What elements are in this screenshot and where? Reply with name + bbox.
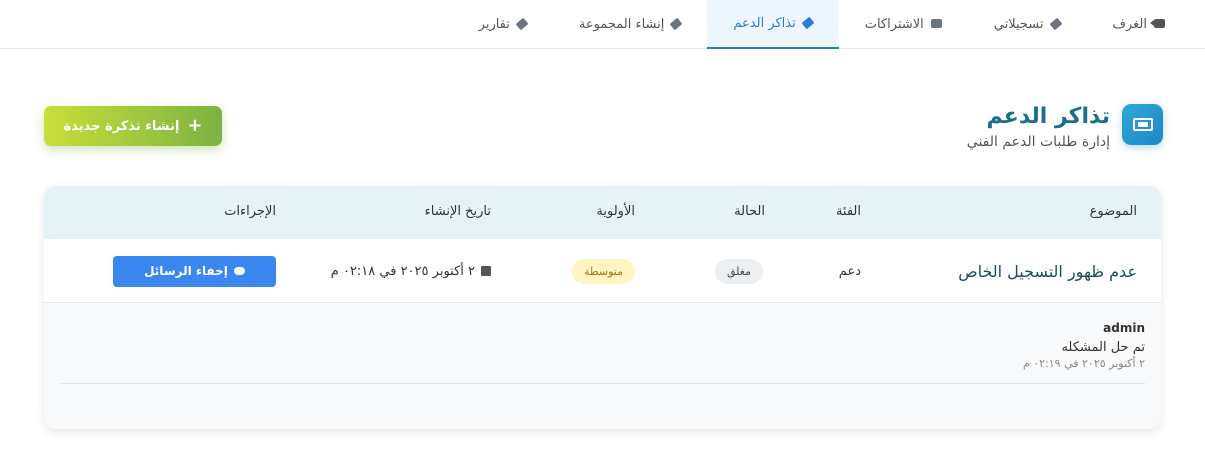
tv-icon: [930, 17, 942, 32]
ticket-created-date: ٢ أكتوبر ٢٠٢٥ في ٠٢:١٨ م: [330, 263, 475, 279]
column-header-created: تاريخ الإنشاء: [424, 204, 491, 219]
page-title: تذاكر الدعم: [986, 104, 1110, 129]
ticket-icon: [1122, 104, 1163, 145]
tab-label: تسجيلاتي: [993, 16, 1044, 32]
tickets-table: الموضوع الفئة الحالة الأولوية تاريخ الإن…: [44, 186, 1161, 429]
priority-badge: متوسطة: [571, 258, 635, 284]
status-badge: مغلق: [714, 258, 763, 284]
tab-support-tickets[interactable]: تذاكر الدعم: [707, 0, 839, 49]
hide-messages-button[interactable]: إخفاء الرسائل: [113, 255, 276, 287]
calendar-icon: [481, 266, 491, 276]
tab-label: إنشاء المجموعة: [578, 16, 665, 32]
tab-label: الاشتراكات: [864, 16, 924, 32]
message-date: ٢ أكتوبر ٢٠٢٥ في ٠٢:١٩ م: [1022, 357, 1145, 370]
comments-icon: [233, 267, 245, 275]
tab-subscriptions[interactable]: الاشتراكات: [839, 0, 968, 48]
message-text: تم حل المشكله: [1061, 340, 1145, 355]
create-ticket-label: إنشاء تذكرة جديدة: [63, 118, 180, 134]
tag-icon: [669, 17, 683, 32]
column-header-subject: الموضوع: [1089, 204, 1137, 219]
page-header: تذاكر الدعم إدارة طلبات الدعم الفني: [967, 104, 1163, 150]
tab-label: تقارير: [478, 16, 510, 32]
ticket-subject: عدم ظهور التسجيل الخاص: [958, 261, 1137, 281]
hide-messages-label: إخفاء الرسائل: [144, 264, 228, 278]
status-cell: مغلق: [714, 239, 763, 303]
message-divider: [60, 383, 1145, 384]
table-row[interactable]: عدم ظهور التسجيل الخاص دعم مغلق متوسطة ٢…: [44, 239, 1161, 303]
priority-cell: متوسطة: [571, 239, 635, 303]
tab-reports[interactable]: تقارير: [453, 0, 553, 48]
tab-label: تذاكر الدعم: [733, 16, 796, 31]
page-subtitle: إدارة طلبات الدعم الفني: [966, 134, 1110, 150]
tab-rooms[interactable]: الغرف: [1087, 0, 1192, 48]
header-text: تذاكر الدعم إدارة طلبات الدعم الفني: [967, 104, 1110, 150]
message-item: admin تم حل المشكله ٢ أكتوبر ٢٠٢٥ في ٠٢:…: [1023, 321, 1145, 370]
column-header-actions: الإجراءات: [224, 204, 276, 219]
subject-cell: عدم ظهور التسجيل الخاص: [958, 239, 1137, 303]
ticket-messages: admin تم حل المشكله ٢ أكتوبر ٢٠٢٥ في ٠٢:…: [44, 303, 1161, 429]
column-header-category: الفئة: [835, 204, 861, 219]
category-cell: دعم: [839, 239, 861, 303]
tag-icon: [515, 17, 529, 32]
plus-icon: +: [187, 115, 203, 136]
tab-my-recordings[interactable]: تسجيلاتي: [968, 0, 1087, 48]
tag-icon: [801, 16, 815, 31]
table-header: الموضوع الفئة الحالة الأولوية تاريخ الإن…: [44, 186, 1161, 239]
column-header-priority: الأولوية: [596, 204, 635, 219]
nav-tabs: الغرف تسجيلاتي الاشتراكات تذاكر الدعم إن…: [0, 0, 1205, 49]
tab-label: الغرف: [1112, 16, 1148, 32]
column-header-status: الحالة: [734, 204, 765, 219]
actions-cell: إخفاء الرسائل: [113, 239, 276, 303]
message-author: admin: [1103, 321, 1145, 335]
create-ticket-button[interactable]: + إنشاء تذكرة جديدة: [44, 106, 222, 146]
tab-create-group[interactable]: إنشاء المجموعة: [553, 0, 707, 48]
created-cell: ٢ أكتوبر ٢٠٢٥ في ٠٢:١٨ م: [331, 239, 491, 303]
top-navigation: الغرف تسجيلاتي الاشتراكات تذاكر الدعم إن…: [0, 0, 1205, 49]
camera-icon: [1150, 17, 1165, 32]
ticket-category: دعم: [838, 263, 861, 279]
tag-icon: [1049, 17, 1062, 32]
